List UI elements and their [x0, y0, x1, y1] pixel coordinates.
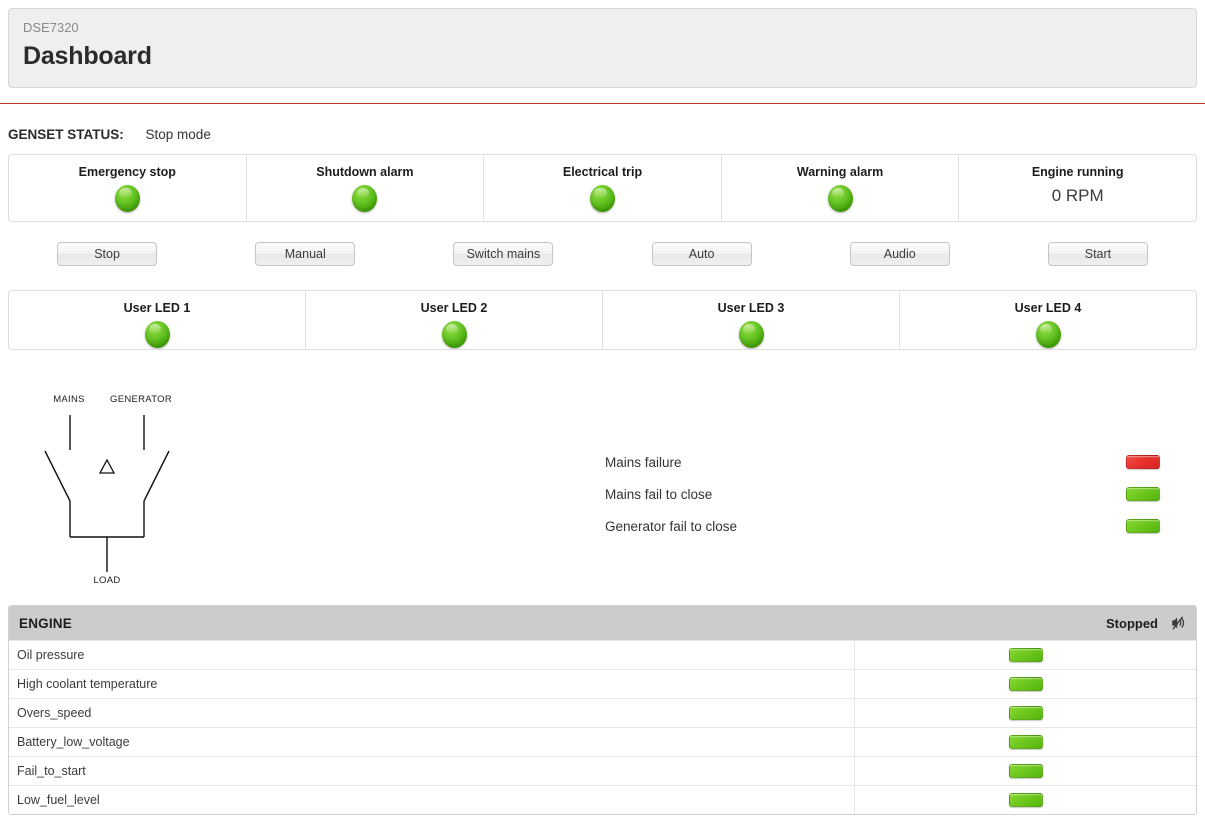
button-slot: Auto [603, 242, 801, 268]
schematic-mains-label: MAINS [53, 394, 85, 405]
start-button[interactable]: Start [1047, 242, 1148, 266]
engine-section: ENGINE Stopped Oil pressure High coolant… [8, 605, 1197, 815]
engine-state-badge: Stopped [1106, 615, 1158, 631]
mains-failure-led-icon [1126, 454, 1160, 469]
status-label: Shutdown alarm [316, 165, 414, 179]
user-led-cell-1: User LED 1 [9, 291, 306, 349]
table-row: Low_fuel_level [9, 785, 1196, 814]
stop-button[interactable]: Stop [57, 242, 158, 266]
status-indicator-panel: Emergency stop Shutdown alarm Electrical… [8, 154, 1197, 222]
generator-fail-to-close-led-icon [1126, 518, 1160, 533]
oil-pressure-led-icon [1008, 648, 1043, 663]
page-title: Dashboard [23, 42, 152, 70]
user-led-1-icon [144, 321, 170, 348]
user-led-cell-4: User LED 4 [900, 291, 1196, 349]
user-led-label: User LED 2 [420, 301, 488, 315]
fail-to-start-led-icon [1008, 764, 1043, 779]
engine-row-indicator-cell [855, 641, 1196, 670]
engine-row-indicator-cell [855, 786, 1196, 815]
button-slot: Stop [8, 242, 206, 268]
engine-row-label: Oil pressure [9, 640, 855, 670]
shutdown-alarm-led-icon [352, 185, 378, 212]
speaker-mute-icon[interactable] [1170, 615, 1186, 631]
control-button-row: Stop Manual Switch mains Auto Audio Star… [8, 242, 1197, 268]
engine-row-label: Overs_speed [9, 698, 855, 728]
engine-section-title: ENGINE [19, 615, 72, 631]
status-cell-warning-alarm: Warning alarm [722, 155, 960, 221]
page-header-card: DSE7320 Dashboard [8, 8, 1197, 88]
warning-alarm-led-icon [827, 185, 853, 212]
alarm-label: Mains fail to close [605, 486, 713, 502]
button-slot: Audio [801, 242, 999, 268]
user-led-3-icon [738, 321, 764, 348]
genset-status-value: Stop mode [145, 127, 211, 142]
engine-speed-value: 0 RPM [1051, 186, 1104, 205]
engine-row-indicator-cell [855, 670, 1196, 699]
low-fuel-level-led-icon [1008, 793, 1043, 808]
breaker-schematic: MAINS GENERATOR LOAD [20, 382, 220, 592]
audio-button[interactable]: Audio [849, 242, 950, 266]
alarm-label: Generator fail to close [605, 518, 738, 534]
alarm-indicator-list: Mains failure Mains fail to close Genera… [605, 446, 1160, 542]
engine-row-indicator-cell [855, 728, 1196, 757]
table-row: Oil pressure [9, 640, 1196, 670]
schematic-lines [44, 415, 170, 572]
mains-fail-to-close-led-icon [1126, 486, 1160, 501]
alarm-indicator-cell [1120, 485, 1160, 503]
alarm-row: Mains failure [605, 446, 1160, 478]
genset-status-label: GENSET STATUS: [8, 127, 124, 142]
engine-row-label: High coolant temperature [9, 669, 855, 699]
schematic-load-label: LOAD [93, 575, 120, 586]
emergency-stop-led-icon [114, 185, 140, 212]
battery-low-voltage-led-icon [1008, 735, 1043, 750]
status-label: Warning alarm [796, 165, 884, 179]
engine-row-label: Low_fuel_level [9, 785, 855, 814]
status-label: Emergency stop [78, 165, 176, 179]
user-led-4-icon [1035, 321, 1061, 348]
status-cell-emergency-stop: Emergency stop [9, 155, 247, 221]
alarm-row: Generator fail to close [605, 510, 1160, 542]
schematic-generator-label: GENERATOR [110, 394, 172, 405]
alarm-indicator-cell [1120, 453, 1160, 471]
accent-divider [0, 103, 1205, 104]
table-row: Battery_low_voltage [9, 727, 1196, 757]
engine-row-indicator-cell [855, 699, 1196, 728]
engine-section-header: ENGINE Stopped [9, 606, 1196, 640]
manual-button[interactable]: Manual [255, 242, 356, 266]
button-slot: Start [999, 242, 1197, 268]
alarm-label: Mains failure [605, 454, 682, 470]
genset-status-line: GENSET STATUS: Stop mode [8, 127, 211, 142]
high-coolant-temperature-led-icon [1008, 677, 1043, 692]
table-row: Fail_to_start [9, 756, 1196, 786]
auto-button[interactable]: Auto [651, 242, 752, 266]
user-led-label: User LED 3 [717, 301, 785, 315]
alarm-row: Mains fail to close [605, 478, 1160, 510]
switch-mains-button[interactable]: Switch mains [453, 242, 554, 266]
status-cell-electrical-trip: Electrical trip [484, 155, 722, 221]
button-slot: Switch mains [404, 242, 602, 268]
table-row: Overs_speed [9, 698, 1196, 728]
engine-row-label: Battery_low_voltage [9, 727, 855, 757]
status-cell-engine-running: Engine running 0 RPM [959, 155, 1196, 221]
electrical-trip-led-icon [589, 185, 615, 212]
user-led-cell-3: User LED 3 [603, 291, 900, 349]
user-led-label: User LED 1 [123, 301, 191, 315]
status-label: Engine running [1031, 165, 1124, 179]
status-label: Electrical trip [562, 165, 643, 179]
delta-triangle-icon [98, 458, 116, 474]
device-model-label: DSE7320 [23, 20, 79, 35]
user-led-label: User LED 4 [1014, 301, 1082, 315]
overspeed-led-icon [1008, 706, 1043, 721]
user-led-2-icon [441, 321, 467, 348]
user-led-panel: User LED 1 User LED 2 User LED 3 User LE… [8, 290, 1197, 350]
button-slot: Manual [206, 242, 404, 268]
engine-row-indicator-cell [855, 757, 1196, 786]
engine-row-label: Fail_to_start [9, 756, 855, 786]
table-row: High coolant temperature [9, 669, 1196, 699]
status-cell-shutdown-alarm: Shutdown alarm [247, 155, 485, 221]
user-led-cell-2: User LED 2 [306, 291, 603, 349]
alarm-indicator-cell [1120, 517, 1160, 535]
